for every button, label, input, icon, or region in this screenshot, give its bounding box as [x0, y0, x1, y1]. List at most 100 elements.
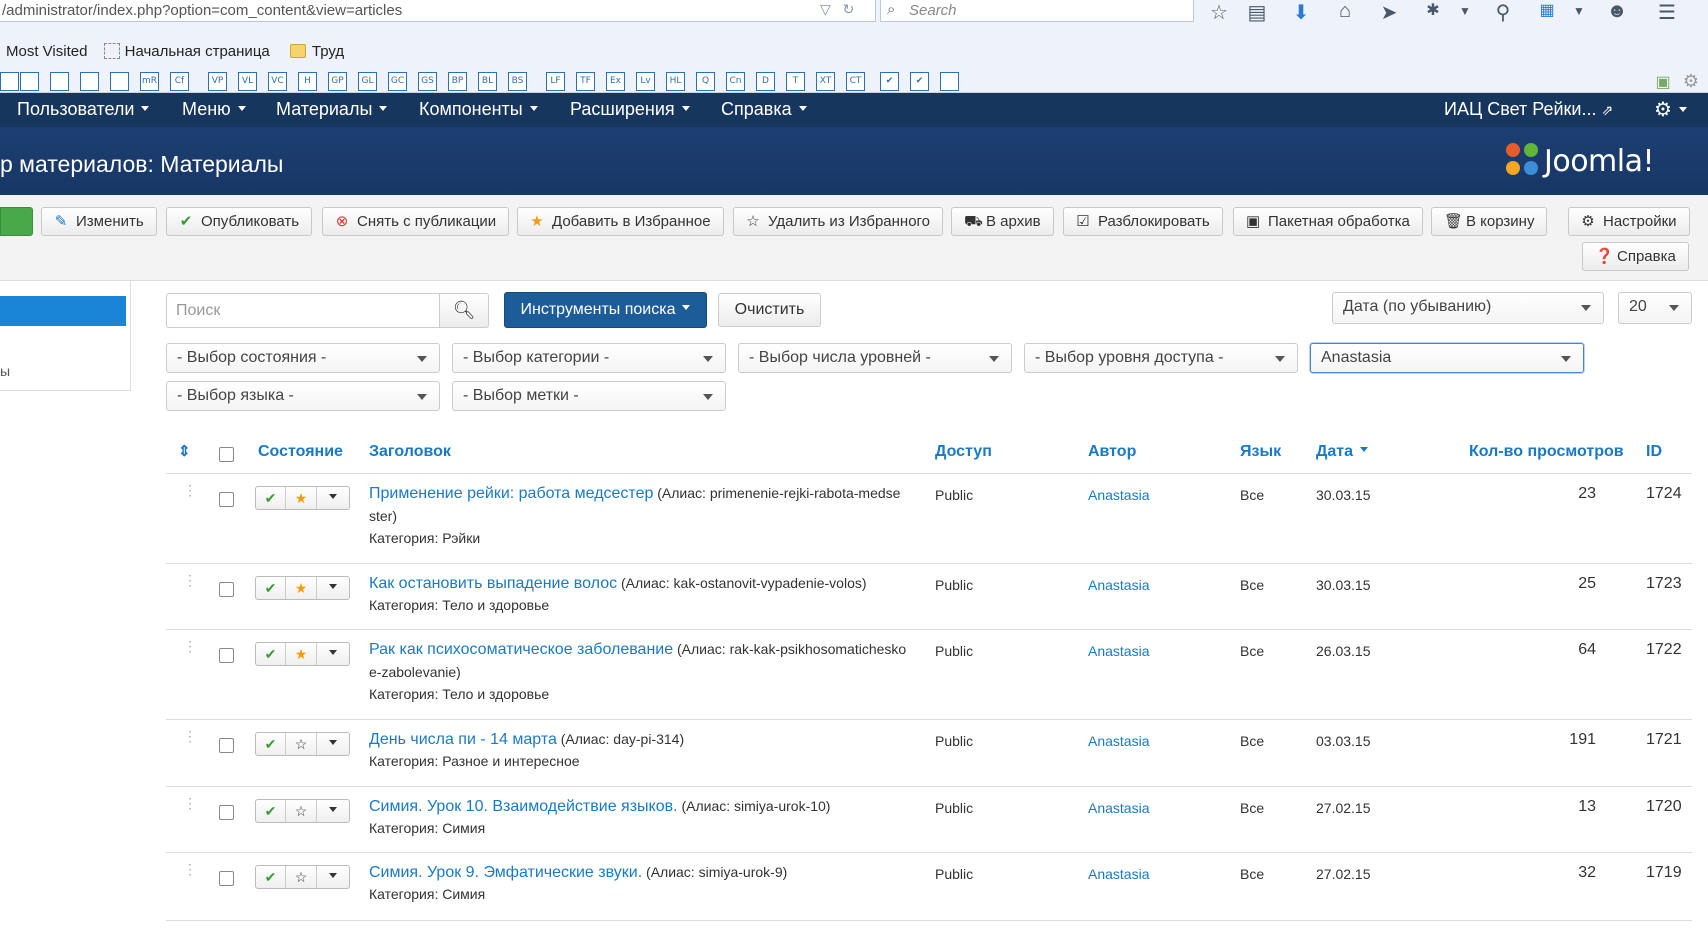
- select-all-checkbox[interactable]: [219, 447, 234, 462]
- editor-button[interactable]: HL: [666, 72, 685, 91]
- row-checkbox[interactable]: [219, 871, 234, 886]
- checkin-button[interactable]: ☑ Разблокировать: [1063, 207, 1223, 236]
- editor-button[interactable]: GL: [358, 72, 377, 91]
- star-filled-icon[interactable]: ★: [286, 577, 317, 599]
- editor-button[interactable]: GC: [388, 72, 407, 91]
- published-check-icon[interactable]: ✔: [256, 577, 286, 599]
- editor-button[interactable]: BP: [448, 72, 467, 91]
- state-filter[interactable]: - Выбор состояния -: [166, 343, 440, 373]
- bookmark-trud[interactable]: Труд: [289, 43, 352, 60]
- editor-button[interactable]: [0, 72, 19, 91]
- help-button[interactable]: ❓ Справка: [1582, 242, 1689, 271]
- published-check-icon[interactable]: ✔: [256, 800, 286, 822]
- header-author[interactable]: Автор: [1088, 443, 1136, 461]
- doc-check-icon[interactable]: ▣: [1650, 72, 1676, 92]
- drag-handle-icon[interactable]: ⋮: [183, 729, 197, 743]
- clear-button[interactable]: Очистить: [718, 293, 821, 327]
- editor-button[interactable]: GP: [328, 72, 347, 91]
- send-icon[interactable]: ➤: [1376, 0, 1402, 25]
- category-filter[interactable]: - Выбор категории -: [452, 343, 726, 373]
- editor-button[interactable]: BL: [478, 72, 497, 91]
- article-title-link[interactable]: Как остановить выпадение волос: [369, 575, 617, 592]
- pin-icon[interactable]: ⚲: [1490, 0, 1516, 25]
- language-filter[interactable]: - Выбор языка -: [166, 381, 440, 411]
- menu-content[interactable]: Материалы: [276, 99, 388, 120]
- editor-button[interactable]: mR: [140, 72, 159, 91]
- tag-filter[interactable]: - Выбор метки -: [452, 381, 726, 411]
- access-filter[interactable]: - Выбор уровня доступа -: [1024, 343, 1298, 373]
- editor-button[interactable]: VP: [208, 72, 227, 91]
- gear-icon[interactable]: ⚙: [1678, 71, 1704, 92]
- header-date[interactable]: Дата: [1316, 443, 1369, 461]
- batch-button[interactable]: ▣ Пакетная обработка: [1233, 207, 1423, 236]
- row-actions-dropdown[interactable]: [317, 866, 349, 888]
- article-author-link[interactable]: Anastasia: [1088, 800, 1149, 816]
- home-icon[interactable]: ⌂: [1332, 0, 1358, 23]
- unfeature-button[interactable]: ☆ Удалить из Избранного: [733, 207, 944, 236]
- row-checkbox[interactable]: [219, 492, 234, 507]
- url-bar[interactable]: /administrator/index.php?option=com_cont…: [0, 0, 876, 22]
- menu-users[interactable]: Пользователи: [17, 99, 150, 120]
- article-author-link[interactable]: Anastasia: [1088, 866, 1149, 882]
- header-title[interactable]: Заголовок: [369, 443, 451, 461]
- menu-extensions[interactable]: Расширения: [570, 99, 690, 120]
- editor-button[interactable]: H: [298, 72, 317, 91]
- editor-button[interactable]: CT: [846, 72, 865, 91]
- edit-button[interactable]: ✎ Изменить: [41, 207, 157, 236]
- search-tools-button[interactable]: Инструменты поиска: [504, 292, 707, 328]
- editor-button[interactable]: Q: [696, 72, 715, 91]
- row-actions-dropdown[interactable]: [317, 577, 349, 599]
- editor-button[interactable]: [20, 72, 39, 91]
- download-icon[interactable]: ⬇: [1288, 0, 1314, 25]
- levels-filter[interactable]: - Выбор числа уровней -: [738, 343, 1012, 373]
- editor-button[interactable]: [110, 72, 129, 91]
- star-empty-icon[interactable]: ☆: [286, 800, 317, 822]
- star-filled-icon[interactable]: ★: [286, 643, 317, 665]
- article-author-link[interactable]: Anastasia: [1088, 577, 1149, 593]
- editor-button[interactable]: VL: [238, 72, 257, 91]
- menu-components[interactable]: Компоненты: [419, 99, 538, 120]
- sape-dropdown-icon[interactable]: ▼: [1566, 4, 1592, 18]
- header-access[interactable]: Доступ: [935, 443, 992, 461]
- header-language[interactable]: Язык: [1240, 443, 1281, 461]
- article-title-link[interactable]: Рак как психосоматическое заболевание: [369, 641, 673, 658]
- article-author-link[interactable]: Anastasia: [1088, 643, 1149, 659]
- published-check-icon[interactable]: ✔: [256, 487, 286, 509]
- sape-icon[interactable]: ▦: [1534, 0, 1560, 20]
- editor-button[interactable]: D: [756, 72, 775, 91]
- editor-button[interactable]: Cn: [726, 72, 745, 91]
- editor-button[interactable]: XT: [816, 72, 835, 91]
- new-button[interactable]: [0, 207, 33, 236]
- row-checkbox[interactable]: [219, 648, 234, 663]
- editor-button[interactable]: [80, 72, 99, 91]
- options-button[interactable]: ⚙ Настройки: [1568, 207, 1690, 236]
- limit-select[interactable]: 20: [1618, 292, 1692, 324]
- article-title-link[interactable]: Симия. Урок 9. Эмфатические звуки.: [369, 864, 642, 881]
- reading-list-icon[interactable]: ▤: [1244, 0, 1270, 25]
- user-gear-icon[interactable]: ⚙: [1654, 97, 1687, 122]
- row-actions-dropdown[interactable]: [317, 800, 349, 822]
- published-check-icon[interactable]: ✔: [256, 866, 286, 888]
- article-title-link[interactable]: Симия. Урок 10. Взаимодействие языков.: [369, 798, 678, 815]
- bookmark-star-icon[interactable]: ☆: [1206, 0, 1232, 25]
- header-id[interactable]: ID: [1646, 443, 1662, 461]
- bookmark-start-page[interactable]: Начальная страница: [103, 43, 278, 60]
- dropdown-icon[interactable]: ▽: [820, 1, 831, 17]
- drag-handle-icon[interactable]: ⋮: [183, 862, 197, 876]
- bookmark-most-visited[interactable]: Most Visited: [6, 43, 87, 60]
- editor-button[interactable]: ✔: [880, 72, 899, 91]
- drag-handle-icon[interactable]: ⋮: [183, 639, 197, 653]
- row-checkbox[interactable]: [219, 582, 234, 597]
- addon-icon[interactable]: ✱: [1420, 0, 1446, 20]
- menu-menus[interactable]: Меню: [182, 99, 246, 120]
- drag-handle-icon[interactable]: ⋮: [183, 796, 197, 810]
- menu-help[interactable]: Справка: [721, 99, 807, 120]
- row-actions-dropdown[interactable]: [317, 733, 349, 755]
- editor-button[interactable]: T: [786, 72, 805, 91]
- reload-icon[interactable]: ↻: [843, 1, 855, 17]
- star-filled-icon[interactable]: ★: [286, 487, 317, 509]
- article-author-link[interactable]: Anastasia: [1088, 487, 1149, 503]
- editor-button[interactable]: GS: [418, 72, 437, 91]
- publish-button[interactable]: ✔ Опубликовать: [166, 207, 313, 236]
- browser-search-input[interactable]: ⌕ Search: [880, 0, 1194, 22]
